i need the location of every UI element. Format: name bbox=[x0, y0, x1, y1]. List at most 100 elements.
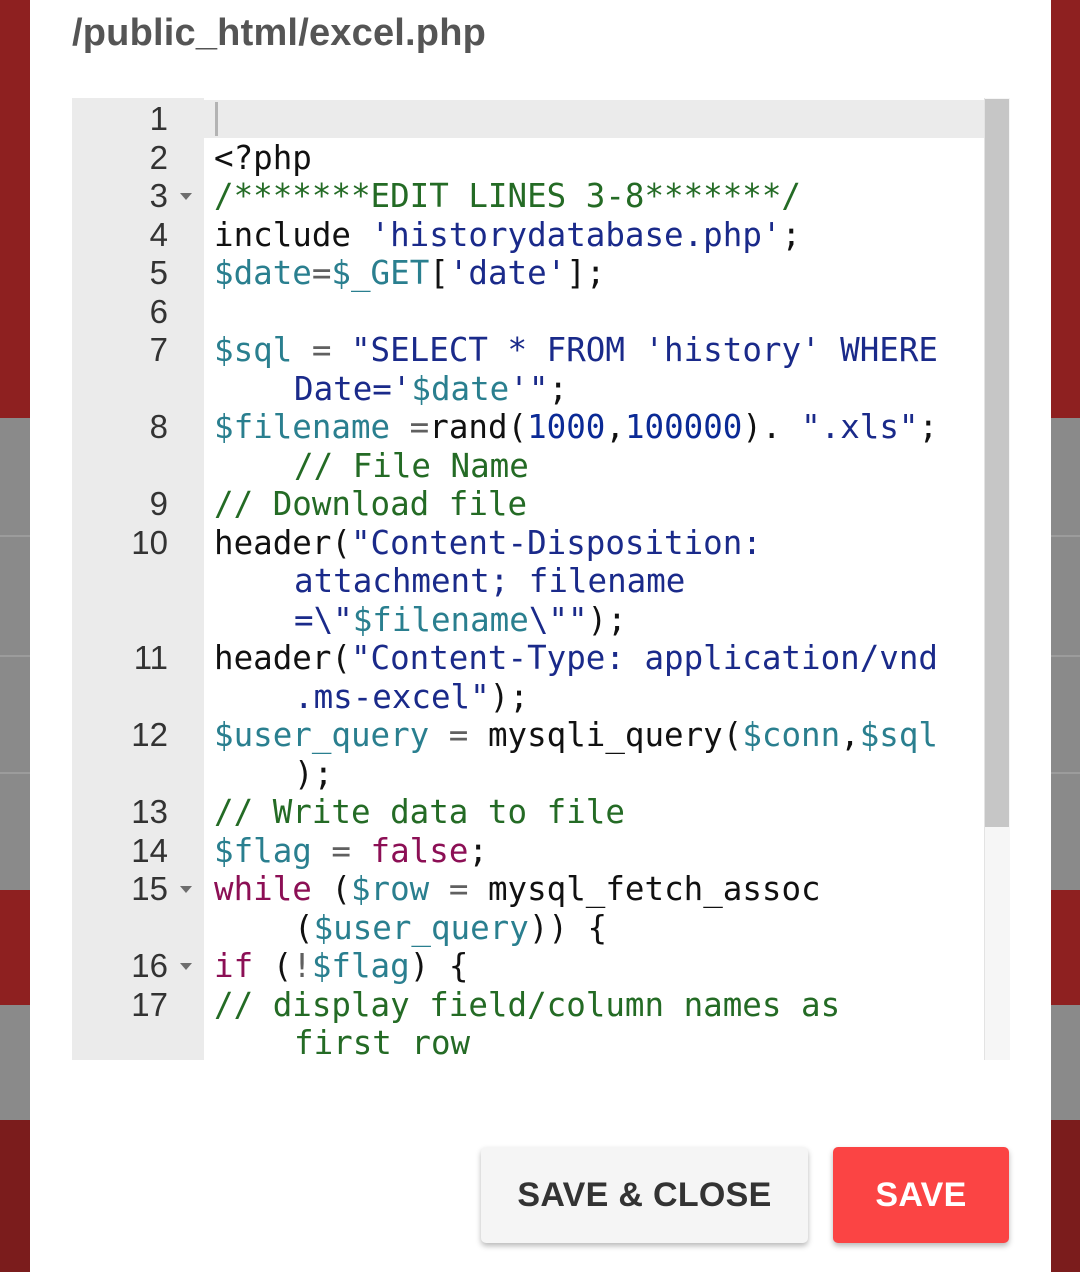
code-token: ; bbox=[548, 369, 568, 408]
code-token: 'historydatabase.php' bbox=[370, 215, 782, 254]
code-line[interactable]: 17 // display field/column names as bbox=[72, 986, 984, 1025]
code-token: )) { bbox=[528, 908, 608, 947]
code-token: $date bbox=[411, 369, 510, 408]
code-line[interactable]: 5 $date=$_GET['date']; bbox=[72, 254, 984, 293]
code-line-wrap[interactable]: attachment; filename bbox=[72, 562, 984, 601]
code-token: ! bbox=[292, 947, 312, 985]
code-line-wrap[interactable]: first row bbox=[72, 1024, 984, 1060]
code-token: $date bbox=[214, 254, 312, 292]
code-line[interactable]: 15 while ($row = mysql_fetch_assoc bbox=[72, 870, 984, 909]
code-lines[interactable]: 1 2 <?php 3 /*******EDIT LINES 3-8*******/ 4 i… bbox=[72, 100, 984, 1060]
code-token: $filename bbox=[352, 600, 529, 639]
code-text: $filename =rand(1000,100000). ".xls"; bbox=[214, 408, 938, 447]
fold-arrow-icon[interactable] bbox=[180, 886, 192, 893]
line-number: 9 bbox=[149, 485, 168, 522]
code-token: =\" bbox=[294, 600, 353, 639]
code-token: $sql bbox=[214, 331, 293, 369]
code-token: header( bbox=[214, 639, 351, 677]
code-token: ( bbox=[294, 908, 314, 947]
code-text: // Download file bbox=[214, 485, 527, 524]
line-number: 15 bbox=[131, 870, 168, 907]
save-button[interactable]: SAVE bbox=[833, 1147, 1009, 1243]
code-token: = bbox=[429, 716, 488, 754]
code-token: attachment; filename bbox=[294, 562, 686, 600]
line-number: 11 bbox=[133, 639, 168, 676]
code-text: while ($row = mysql_fetch_assoc bbox=[214, 870, 821, 909]
code-text: $date=$_GET['date']; bbox=[214, 254, 605, 293]
code-token: = bbox=[292, 331, 351, 369]
code-token: Date=' bbox=[294, 369, 412, 408]
line-number: 5 bbox=[149, 254, 168, 291]
code-token: = bbox=[429, 870, 488, 908]
code-text: // display field/column names as bbox=[214, 986, 840, 1025]
line-number: 10 bbox=[131, 523, 168, 561]
code-token: header( bbox=[214, 523, 351, 562]
code-editor[interactable]: 1 2 <?php 3 /*******EDIT LINES 3-8*******/ 4 i… bbox=[72, 98, 1010, 1060]
code-token: false bbox=[370, 831, 469, 870]
fold-arrow-icon[interactable] bbox=[180, 963, 192, 970]
code-line-wrap[interactable]: Date='$date'"; bbox=[72, 370, 984, 409]
code-token: mysqli_query( bbox=[487, 716, 743, 754]
code-text: header("Content-Type: application/vnd bbox=[214, 639, 938, 678]
line-number: 2 bbox=[149, 138, 168, 176]
line-number: 17 bbox=[131, 985, 168, 1023]
code-line[interactable]: 6 bbox=[72, 293, 984, 332]
fold-arrow-icon[interactable] bbox=[180, 193, 192, 200]
scrollbar-thumb[interactable] bbox=[985, 99, 1009, 827]
code-line-wrap[interactable]: // File Name bbox=[72, 447, 984, 486]
editor-scrollbar[interactable] bbox=[984, 98, 1010, 1060]
code-token: $flag bbox=[311, 947, 410, 985]
code-token: \"" bbox=[528, 600, 588, 639]
code-token: $user_query bbox=[313, 908, 529, 947]
code-token: // Write data to file bbox=[214, 793, 625, 831]
code-token: ]; bbox=[566, 254, 606, 292]
code-line[interactable]: 12 $user_query = mysqli_query($conn,$sql bbox=[72, 716, 984, 755]
code-token: $conn bbox=[742, 716, 841, 754]
line-number: 14 bbox=[131, 831, 168, 869]
code-token: while bbox=[214, 870, 312, 908]
code-line[interactable]: 8 $filename =rand(1000,100000). ".xls"; bbox=[72, 408, 984, 447]
code-token: "SELECT * FROM 'history' WHERE bbox=[350, 331, 938, 369]
code-token: = bbox=[311, 831, 371, 870]
code-line[interactable]: 14 $flag = false; bbox=[72, 832, 984, 871]
code-text: ($user_query)) { bbox=[294, 909, 607, 948]
code-line-wrap[interactable]: ); bbox=[72, 755, 984, 794]
line-number: 13 bbox=[131, 793, 168, 830]
code-text: // Write data to file bbox=[214, 793, 625, 832]
code-token: ); bbox=[489, 677, 529, 716]
code-text: $flag = false; bbox=[214, 832, 488, 871]
file-path-title: /public_html/excel.php bbox=[72, 12, 487, 54]
code-line[interactable]: 1 bbox=[72, 100, 984, 139]
code-text: if (!$flag) { bbox=[214, 947, 468, 986]
code-line[interactable]: 11 header("Content-Type: application/vnd bbox=[72, 639, 984, 678]
code-token: "Content-Disposition: bbox=[350, 523, 762, 562]
line-number: 1 bbox=[149, 100, 168, 137]
code-line-wrap[interactable]: ($user_query)) { bbox=[72, 909, 984, 948]
code-token: $row bbox=[350, 870, 430, 908]
code-token: include bbox=[214, 215, 371, 254]
code-line[interactable]: 9 // Download file bbox=[72, 485, 984, 524]
code-line-wrap[interactable]: .ms-excel"); bbox=[72, 678, 984, 717]
code-line[interactable]: 2 <?php bbox=[72, 139, 984, 178]
code-text: // File Name bbox=[294, 447, 529, 486]
code-line[interactable]: 4 include 'historydatabase.php'; bbox=[72, 216, 984, 255]
code-text: /*******EDIT LINES 3-8*******/ bbox=[214, 177, 801, 216]
code-line[interactable]: 7 $sql = "SELECT * FROM 'history' WHERE bbox=[72, 331, 984, 370]
code-token: 100000 bbox=[624, 408, 743, 446]
code-text: =\"$filename\""); bbox=[294, 601, 627, 640]
code-line[interactable]: 13 // Write data to file bbox=[72, 793, 984, 832]
code-line[interactable]: 3 /*******EDIT LINES 3-8*******/ bbox=[72, 177, 984, 216]
code-token: ); bbox=[294, 754, 334, 793]
code-line-wrap[interactable]: =\"$filename\""); bbox=[72, 601, 984, 640]
code-token: = bbox=[311, 254, 332, 292]
code-token: = bbox=[390, 408, 430, 446]
save-and-close-button[interactable]: SAVE & CLOSE bbox=[481, 1147, 808, 1243]
code-token: ; bbox=[781, 215, 802, 254]
code-text: attachment; filename bbox=[294, 562, 685, 601]
code-token: ). bbox=[742, 408, 802, 446]
code-line[interactable]: 10 header("Content-Disposition: bbox=[72, 524, 984, 563]
line-number: 12 bbox=[131, 716, 168, 753]
code-token: ".xls" bbox=[801, 408, 919, 446]
code-line[interactable]: 16 if (!$flag) { bbox=[72, 947, 984, 986]
code-text: include 'historydatabase.php'; bbox=[214, 216, 801, 255]
